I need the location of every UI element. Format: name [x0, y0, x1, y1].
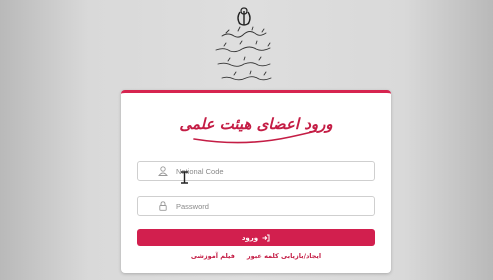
national-code-field[interactable] [137, 161, 375, 181]
login-links: ایجاد/بازیابی کلمه عبور فیلم آموزشی [137, 252, 375, 264]
login-card: ورود اعضای هیئت علمی ورود ایجاد/بازیابی … [121, 90, 391, 273]
login-title-text: ورود اعضای هیئت علمی [179, 115, 333, 133]
sign-in-icon [262, 234, 270, 241]
password-input[interactable] [176, 197, 366, 215]
password-field[interactable] [137, 196, 375, 216]
user-icon [158, 166, 168, 176]
iran-emblem-icon [237, 7, 251, 26]
text-cursor-icon [181, 171, 188, 184]
ministry-logo-calligraphy [215, 7, 272, 81]
ministry-logo [204, 6, 290, 84]
login-title: ورود اعضای هیئت علمی [179, 115, 333, 144]
reset-password-link[interactable]: ایجاد/بازیابی کلمه عبور [247, 252, 321, 264]
login-button-label: ورود [241, 233, 259, 242]
lock-icon [159, 201, 167, 211]
training-video-link[interactable]: فیلم آموزشی [191, 252, 235, 264]
national-code-input[interactable] [176, 162, 366, 180]
login-button[interactable]: ورود [137, 229, 375, 246]
